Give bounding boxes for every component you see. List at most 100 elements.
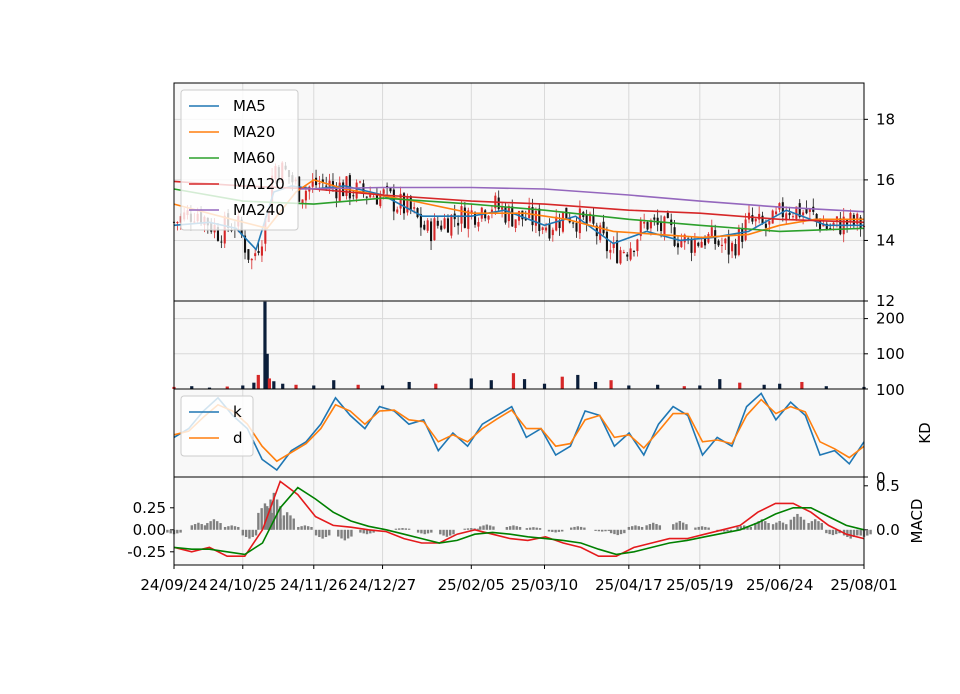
macd-hist-bar [303, 525, 307, 530]
macd-hist-bar [532, 527, 535, 530]
macd-hist-bar [594, 529, 597, 531]
macd-hist-bar [616, 529, 619, 536]
volume-bar [434, 383, 438, 389]
macd-hist-bar [350, 529, 353, 537]
candle-body [791, 216, 795, 218]
candle-body [301, 199, 304, 204]
macd-hist-bar [781, 522, 785, 530]
macd-hist-bar [535, 527, 538, 530]
volume-bar [332, 380, 336, 389]
volume-bar [272, 381, 276, 389]
macd-hist-bar [337, 529, 340, 537]
macd-hist-bar [576, 526, 579, 530]
macd-hist-bar [260, 508, 263, 530]
macd-hist-bar [681, 522, 685, 530]
candle-body [352, 195, 355, 197]
candle-body [487, 215, 490, 220]
macd-hist-bar [707, 527, 710, 530]
candle-body [304, 190, 307, 201]
price-ytick-label: 16 [876, 171, 895, 189]
macd-hist-bar [445, 529, 449, 537]
volume-bar [627, 385, 631, 389]
macd-hist-bar [518, 526, 522, 530]
candle-body [758, 213, 761, 220]
candle-body [369, 194, 372, 198]
macd-hist-bar [346, 529, 350, 539]
macd-left-ytick-label: 0.25 [133, 499, 166, 517]
macd-hist-bar [426, 529, 430, 534]
macd-hist-bar [775, 522, 778, 530]
macd-hist-bar [197, 522, 200, 530]
macd-hist-bar [597, 529, 601, 532]
candle-body [477, 222, 480, 227]
macd-hist-bar [466, 528, 470, 530]
macd-hist-bar [604, 529, 607, 532]
candle-body [703, 238, 707, 246]
candle-body [643, 221, 646, 224]
macd-hist-bar [307, 526, 310, 530]
macd-hist-bar [407, 528, 411, 530]
volume-bar [560, 376, 564, 389]
legend-label-ma240: MA240 [233, 201, 285, 219]
volume-bar [718, 379, 722, 389]
volume-bar [252, 382, 256, 389]
macd-hist-bar [655, 524, 658, 530]
macd-hist-bar [452, 529, 455, 535]
candle-body [572, 222, 575, 224]
macd-hist-bar [314, 529, 318, 536]
macd-hist-bar [672, 524, 675, 530]
macd-hist-bar [479, 526, 482, 530]
macd-hist-bar [241, 529, 245, 536]
macd-hist-bar [579, 526, 583, 530]
candle-body [734, 244, 737, 256]
macd-left-ytick-label: -0.25 [127, 543, 166, 561]
macd-hist-bar [630, 526, 634, 530]
volume-bar [281, 383, 285, 389]
macd-hist-bar [764, 521, 767, 530]
candle-body [619, 250, 622, 264]
candle-body [325, 185, 328, 187]
macd-hist-bar [678, 521, 682, 530]
candle-body [541, 227, 544, 231]
macd-hist-bar [176, 529, 179, 534]
macd-hist-bar [219, 523, 222, 530]
candle-body [602, 221, 605, 234]
candle-body [666, 212, 669, 218]
candle-body [423, 224, 426, 230]
candle-body [751, 215, 754, 222]
macd-hist-bar [749, 526, 752, 530]
kd-legend [180, 395, 254, 457]
macd-hist-bar [179, 529, 182, 533]
volume-bar [522, 379, 527, 389]
macd-hist-bar [279, 518, 282, 530]
candle-body [450, 214, 453, 236]
candle-body [592, 215, 595, 224]
candle-body [673, 227, 676, 246]
candle-body [545, 227, 548, 231]
candle-body [430, 221, 433, 242]
macd-hist-bar [817, 521, 820, 530]
volume-bar [267, 378, 272, 389]
macd-hist-bar [169, 529, 172, 534]
macd-hist-bar [869, 529, 872, 535]
macd-hist-bar [697, 526, 700, 530]
candle-body [724, 238, 727, 244]
legend-label-ma120: MA120 [233, 175, 285, 193]
macd-hist-bar [561, 529, 564, 532]
macd-hist-bar [652, 522, 655, 530]
volume-bar [380, 385, 385, 389]
candle-body [511, 206, 514, 227]
macd-hist-bar [640, 526, 644, 530]
candle-body [257, 250, 260, 254]
macd-hist-bar [704, 526, 707, 530]
macd-hist-bar [785, 524, 788, 530]
candle-body [254, 253, 257, 257]
candle-body [626, 254, 629, 257]
macd-hist-bar [203, 525, 207, 530]
price-ytick-label: 14 [876, 231, 895, 249]
macd-hist-bar [508, 526, 512, 530]
candle-body [457, 222, 460, 226]
candle-body [473, 212, 477, 225]
candle-body [528, 206, 531, 219]
volume-ytick-label: 200 [876, 310, 905, 328]
